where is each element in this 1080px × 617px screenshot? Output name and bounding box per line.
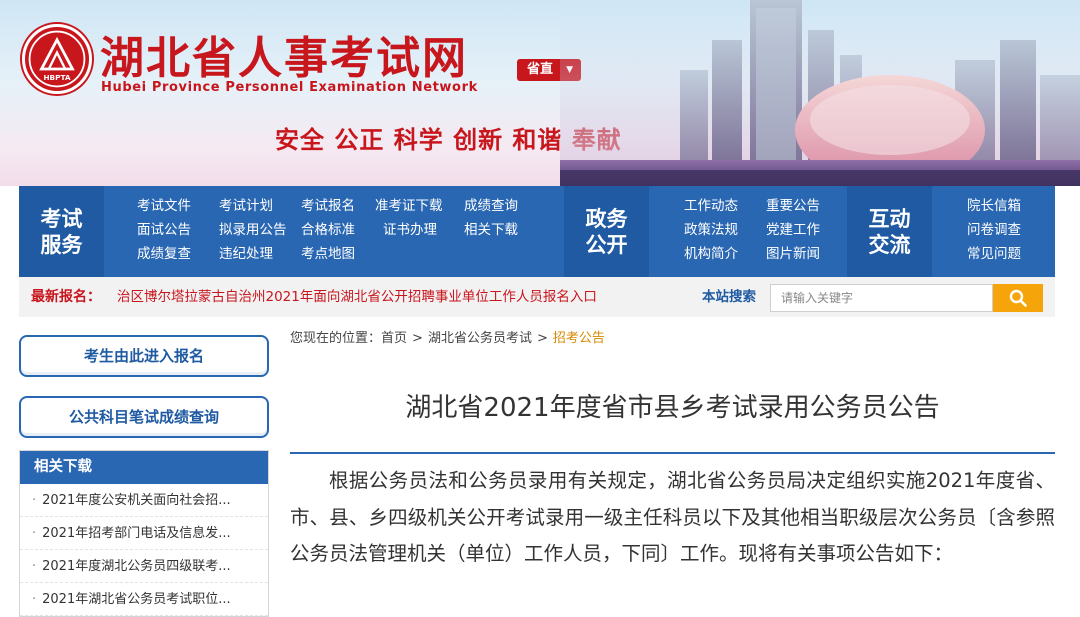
list-item-label: 2021年招考部门电话及信息发... (42, 526, 231, 541)
breadcrumb-separator: > (536, 331, 548, 346)
nav-link[interactable]: 常见问题 (967, 244, 1037, 264)
nav-link[interactable]: 合格标准 (301, 220, 375, 240)
nav-link[interactable]: 工作动态 (684, 196, 766, 216)
list-item[interactable]: · 2021年度湖北公务员四级联考... (20, 550, 268, 583)
list-item-label: 2021年度公安机关面向社会招... (42, 493, 231, 508)
nav-link[interactable]: 面试公告 (137, 220, 219, 240)
logo-text: HBPTA (43, 73, 70, 82)
nav-section-interaction[interactable]: 互动交流 (847, 186, 932, 277)
article-title: 湖北省2021年度省市县乡考试录用公务员公告 (405, 393, 940, 423)
list-item-label: 2021年湖北省公务员考试职位... (42, 592, 231, 607)
nav-link[interactable]: 重要公告 (766, 196, 848, 216)
nav-link[interactable]: 成绩复查 (137, 244, 219, 264)
nav-section-gov-affairs[interactable]: 政务公开 (564, 186, 649, 277)
downloads-list: · 2021年度公安机关面向社会招... · 2021年招考部门电话及信息发... … (20, 484, 268, 616)
nav-section-exam-service[interactable]: 考试服务 (19, 186, 104, 277)
main-navigation: 考试服务 考试文件 考试计划 考试报名 准考证下载 成绩查询 面试公告 拟录用公… (19, 186, 1055, 277)
bullet-icon: · (32, 526, 37, 541)
nav-link[interactable]: 相关下载 (464, 220, 534, 240)
nav-links-interaction: 院长信箱 问卷调查 常见问题 (967, 196, 1037, 264)
bullet-icon: · (32, 592, 37, 607)
nav-link[interactable]: 机构简介 (684, 244, 766, 264)
nav-link[interactable]: 考试计划 (219, 196, 301, 216)
bullet-icon: · (32, 559, 37, 574)
bullet-icon: · (32, 493, 37, 508)
nav-link[interactable]: 违纪处理 (219, 244, 301, 264)
nav-link[interactable]: 考试报名 (301, 196, 375, 216)
region-select-label: 省直 (527, 62, 554, 77)
breadcrumb-current[interactable]: 招考公告 (553, 331, 605, 346)
nav-link[interactable]: 问卷调查 (967, 220, 1037, 240)
hbpta-emblem-icon[interactable]: HBPTA (22, 24, 92, 94)
nav-link[interactable]: 考试文件 (137, 196, 219, 216)
nav-links-gov-affairs: 工作动态 重要公告 政策法规 党建工作 机构简介 图片新闻 (684, 196, 848, 264)
search-input[interactable] (770, 284, 993, 312)
breadcrumb-prefix: 您现在的位置： (290, 331, 382, 346)
nav-link[interactable]: 院长信箱 (967, 196, 1037, 216)
site-title[interactable]: 湖北省人事考试网 (100, 22, 468, 86)
latest-registration-bar: 最新报名： 治区博尔塔拉蒙古自治州2021年面向湖北省公开招聘事业单位工作人员报… (19, 277, 1055, 317)
latest-registration-label: 最新报名： (31, 289, 101, 305)
list-item-label: 2021年度湖北公务员四级联考... (42, 559, 231, 574)
article-body: 根据公务员法和公务员录用有关规定，湖北省公务员局决定组织实施2021年度省、市、… (290, 469, 1055, 565)
breadcrumb-civil-service-exam[interactable]: 湖北省公务员考试 (428, 331, 532, 346)
search-icon (1009, 289, 1027, 307)
nav-link[interactable]: 证书办理 (375, 220, 464, 240)
downloads-panel: 相关下载 · 2021年度公安机关面向社会招... · 2021年招考部门电话及信息… (19, 450, 269, 617)
nav-link[interactable]: 图片新闻 (766, 244, 848, 264)
breadcrumb-separator: > (412, 331, 423, 346)
list-item[interactable]: · 2021年度公安机关面向社会招... (20, 484, 268, 517)
written-score-query-button[interactable]: 公共科目笔试成绩查询 (19, 396, 269, 438)
breadcrumb-home[interactable]: 首页 (381, 331, 407, 346)
latest-registration-link[interactable]: 治区博尔塔拉蒙古自治州2021年面向湖北省公开招聘事业单位工作人员报名入口 (117, 277, 597, 317)
nav-link[interactable]: 拟录用公告 (219, 220, 301, 240)
nav-link[interactable]: 成绩查询 (464, 196, 534, 216)
site-subtitle: Hubei Province Personnel Examination Net… (101, 80, 478, 95)
nav-link[interactable]: 政策法规 (684, 220, 766, 240)
site-search-label: 本站搜索 (702, 289, 756, 305)
list-item[interactable]: · 2021年招考部门电话及信息发... (20, 517, 268, 550)
search-button[interactable] (993, 284, 1043, 312)
nav-links-exam-service: 考试文件 考试计划 考试报名 准考证下载 成绩查询 面试公告 拟录用公告 合格标… (137, 196, 534, 264)
header-banner: HBPTA 湖北省人事考试网 Hubei Province Personnel … (0, 0, 1080, 186)
list-item[interactable]: · 2021年湖北省公务员考试职位... (20, 583, 268, 616)
nav-link[interactable]: 党建工作 (766, 220, 848, 240)
downloads-title: 相关下载 (20, 451, 268, 484)
title-divider (290, 452, 1055, 454)
candidate-registration-button[interactable]: 考生由此进入报名 (19, 335, 269, 377)
nav-link[interactable]: 考点地图 (301, 244, 375, 264)
city-skyline-image (560, 0, 1080, 186)
nav-link[interactable]: 准考证下载 (375, 196, 464, 216)
breadcrumb: 您现在的位置：首页 > 湖北省公务员考试 > 招考公告 (290, 327, 605, 346)
